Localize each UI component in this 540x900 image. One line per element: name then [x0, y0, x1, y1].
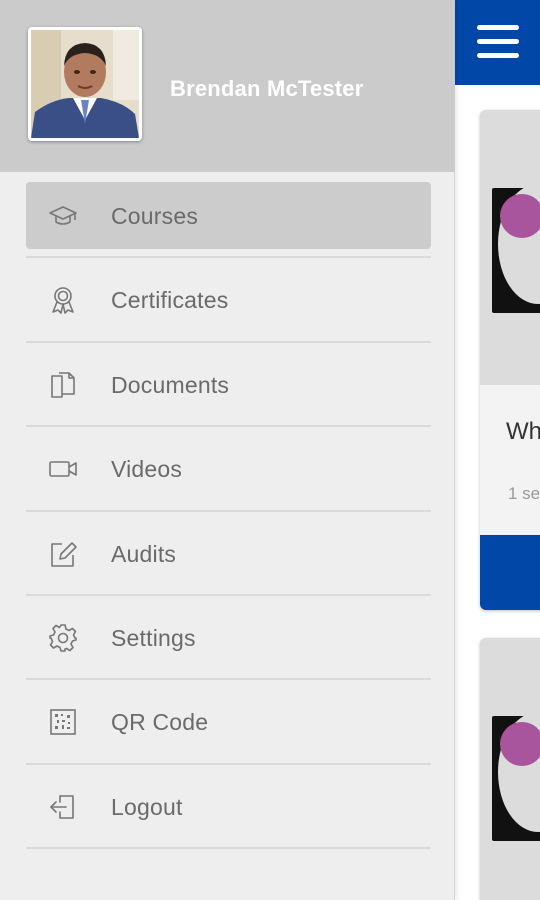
- navigation-drawer: Brendan McTester Courses Certificates Do…: [0, 0, 455, 900]
- course-meta: 1 se: [508, 484, 540, 503]
- graduation-cap-icon: [48, 201, 78, 231]
- hamburger-menu-icon[interactable]: [477, 22, 519, 62]
- menu-item-label: Videos: [111, 456, 183, 483]
- avatar[interactable]: [28, 27, 142, 141]
- menu-item-label: Documents: [111, 371, 230, 398]
- logout-icon: [48, 792, 78, 822]
- menu-item-label: Courses: [111, 203, 199, 229]
- course-logo-icon: [492, 184, 540, 313]
- menu-item-audits[interactable]: Audits: [26, 512, 431, 596]
- edit-icon: [48, 539, 78, 569]
- menu-item-courses[interactable]: Courses: [26, 174, 431, 259]
- gear-icon: [48, 623, 78, 653]
- menu-item-qr-code[interactable]: QR Code: [26, 680, 431, 765]
- menu-item-label: Logout: [111, 793, 183, 820]
- menu-item-documents[interactable]: Documents: [26, 343, 431, 428]
- drawer-profile-header: Brendan McTester: [0, 0, 455, 172]
- user-name: Brendan McTester: [170, 76, 364, 101]
- menu-item-logout[interactable]: Logout: [26, 765, 431, 850]
- course-card[interactable]: Wh 1 se: [480, 110, 540, 610]
- course-thumbnail: [480, 638, 540, 900]
- qr-code-icon: [48, 707, 78, 737]
- menu-item-label: Settings: [111, 624, 196, 651]
- award-ribbon-icon: [48, 285, 78, 315]
- menu-item-label: Audits: [111, 540, 177, 567]
- documents-icon: [48, 370, 78, 400]
- course-card[interactable]: [480, 638, 540, 900]
- drawer-menu: Courses Certificates Documents Videos Au…: [26, 174, 431, 850]
- menu-item-videos[interactable]: Videos: [26, 427, 431, 512]
- course-start-button[interactable]: [480, 535, 540, 610]
- course-logo-icon: [492, 712, 540, 841]
- course-thumbnail: [480, 110, 540, 385]
- menu-item-certificates[interactable]: Certificates: [26, 258, 431, 343]
- course-title: Wh: [506, 418, 540, 445]
- menu-item-label: Certificates: [111, 287, 229, 314]
- video-camera-icon: [48, 454, 78, 484]
- menu-item-settings[interactable]: Settings: [26, 596, 431, 681]
- menu-item-label: QR Code: [111, 709, 209, 736]
